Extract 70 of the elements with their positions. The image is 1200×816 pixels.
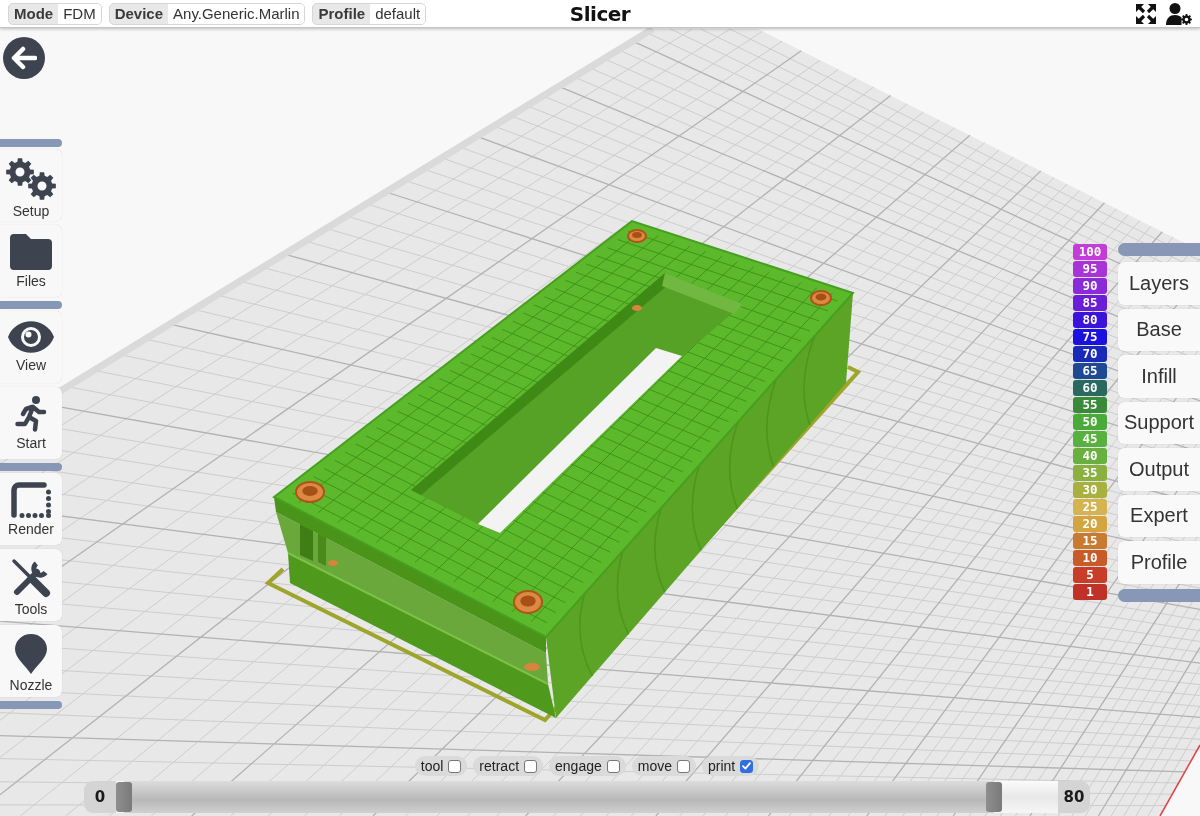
checkbox[interactable]	[740, 759, 754, 773]
dotted-frame-icon	[11, 482, 51, 518]
settings-tab[interactable]: Expert	[1118, 494, 1200, 537]
checkbox[interactable]	[524, 759, 538, 773]
range-end-label: 80	[1058, 781, 1090, 813]
settings-tab[interactable]: Infill	[1118, 355, 1200, 398]
path-toggle[interactable]: move	[631, 756, 696, 776]
toolbar-cap	[0, 301, 62, 309]
checkbox[interactable]	[448, 759, 462, 773]
sidebar-button[interactable]: Tools	[0, 549, 62, 621]
layer-percent-label: 90	[1073, 278, 1107, 294]
sidebar-button[interactable]: Nozzle	[0, 625, 62, 697]
app-title: Slicer	[569, 1, 631, 26]
layer-percent-label: 30	[1073, 482, 1107, 498]
pin-icon	[14, 634, 48, 674]
layer-percent-label: 55	[1073, 397, 1107, 413]
settings-tab[interactable]: Support	[1118, 401, 1200, 444]
layer-percent-label: 25	[1073, 499, 1107, 515]
gears-icon	[6, 158, 56, 200]
layer-percent-label: 35	[1073, 465, 1107, 481]
fullscreen-icon[interactable]	[1136, 3, 1156, 24]
settings-tab[interactable]: Layers	[1118, 262, 1200, 305]
user-settings-icon[interactable]	[1166, 2, 1192, 25]
path-toggle[interactable]: print	[702, 756, 760, 776]
path-toggle[interactable]: tool	[414, 756, 468, 776]
layer-percent-label: 75	[1073, 329, 1107, 345]
layer-percent-label: 10	[1073, 550, 1107, 566]
folder-icon	[10, 234, 52, 270]
path-toggle[interactable]: engage	[549, 756, 626, 776]
wrench-screwdriver-icon	[11, 558, 51, 598]
toolbar-cap	[0, 701, 62, 709]
layer-percent-label: 95	[1073, 261, 1107, 277]
layer-percent-label: 100	[1073, 244, 1107, 260]
layer-percent-label: 20	[1073, 516, 1107, 532]
sidebar-button[interactable]: Start	[0, 387, 62, 459]
axis-line	[1159, 744, 1200, 816]
sidebar-button[interactable]: View	[0, 311, 62, 383]
layer-percent-label: 85	[1073, 295, 1107, 311]
layer-percent-label: 15	[1073, 533, 1107, 549]
layer-percent-label: 40	[1073, 448, 1107, 464]
path-toggle[interactable]: retract	[473, 756, 544, 776]
range-thumb[interactable]	[116, 782, 132, 812]
setting-selector[interactable]: Mode FDM	[8, 2, 102, 25]
settings-tab[interactable]: Output	[1118, 448, 1200, 491]
sidebar-button[interactable]: Setup	[0, 149, 62, 221]
settings-tab[interactable]: Profile	[1118, 541, 1200, 584]
sidebar-button[interactable]: Files	[0, 225, 62, 297]
range-thumb[interactable]	[986, 782, 1003, 812]
layer-percent-label: 60	[1073, 380, 1107, 396]
toolbar-cap	[0, 463, 62, 471]
checkbox[interactable]	[677, 759, 690, 773]
toolbar-cap	[0, 139, 62, 147]
setting-selector[interactable]: Device Any.Generic.Marlin	[108, 2, 306, 25]
checkmark-icon	[742, 762, 752, 770]
layer-percent-label: 1	[1073, 584, 1107, 600]
checkbox[interactable]	[606, 759, 620, 773]
range-start-label: 0	[84, 781, 116, 813]
setting-selector[interactable]: Profile default	[312, 2, 427, 25]
running-figure-icon	[15, 396, 47, 432]
layer-percent-label: 80	[1073, 312, 1107, 328]
layer-percent-label: 50	[1073, 414, 1107, 430]
layer-percent-label: 65	[1073, 363, 1107, 379]
settings-tab[interactable]: Base	[1118, 308, 1200, 351]
layer-percent-label: 45	[1073, 431, 1107, 447]
sidebar-button[interactable]: Render	[0, 473, 62, 545]
layer-percent-label: 5	[1073, 567, 1107, 583]
layer-percent-label: 70	[1073, 346, 1107, 362]
eye-icon	[8, 320, 54, 354]
arrow-left-icon	[11, 46, 37, 70]
back-button[interactable]	[3, 37, 45, 79]
